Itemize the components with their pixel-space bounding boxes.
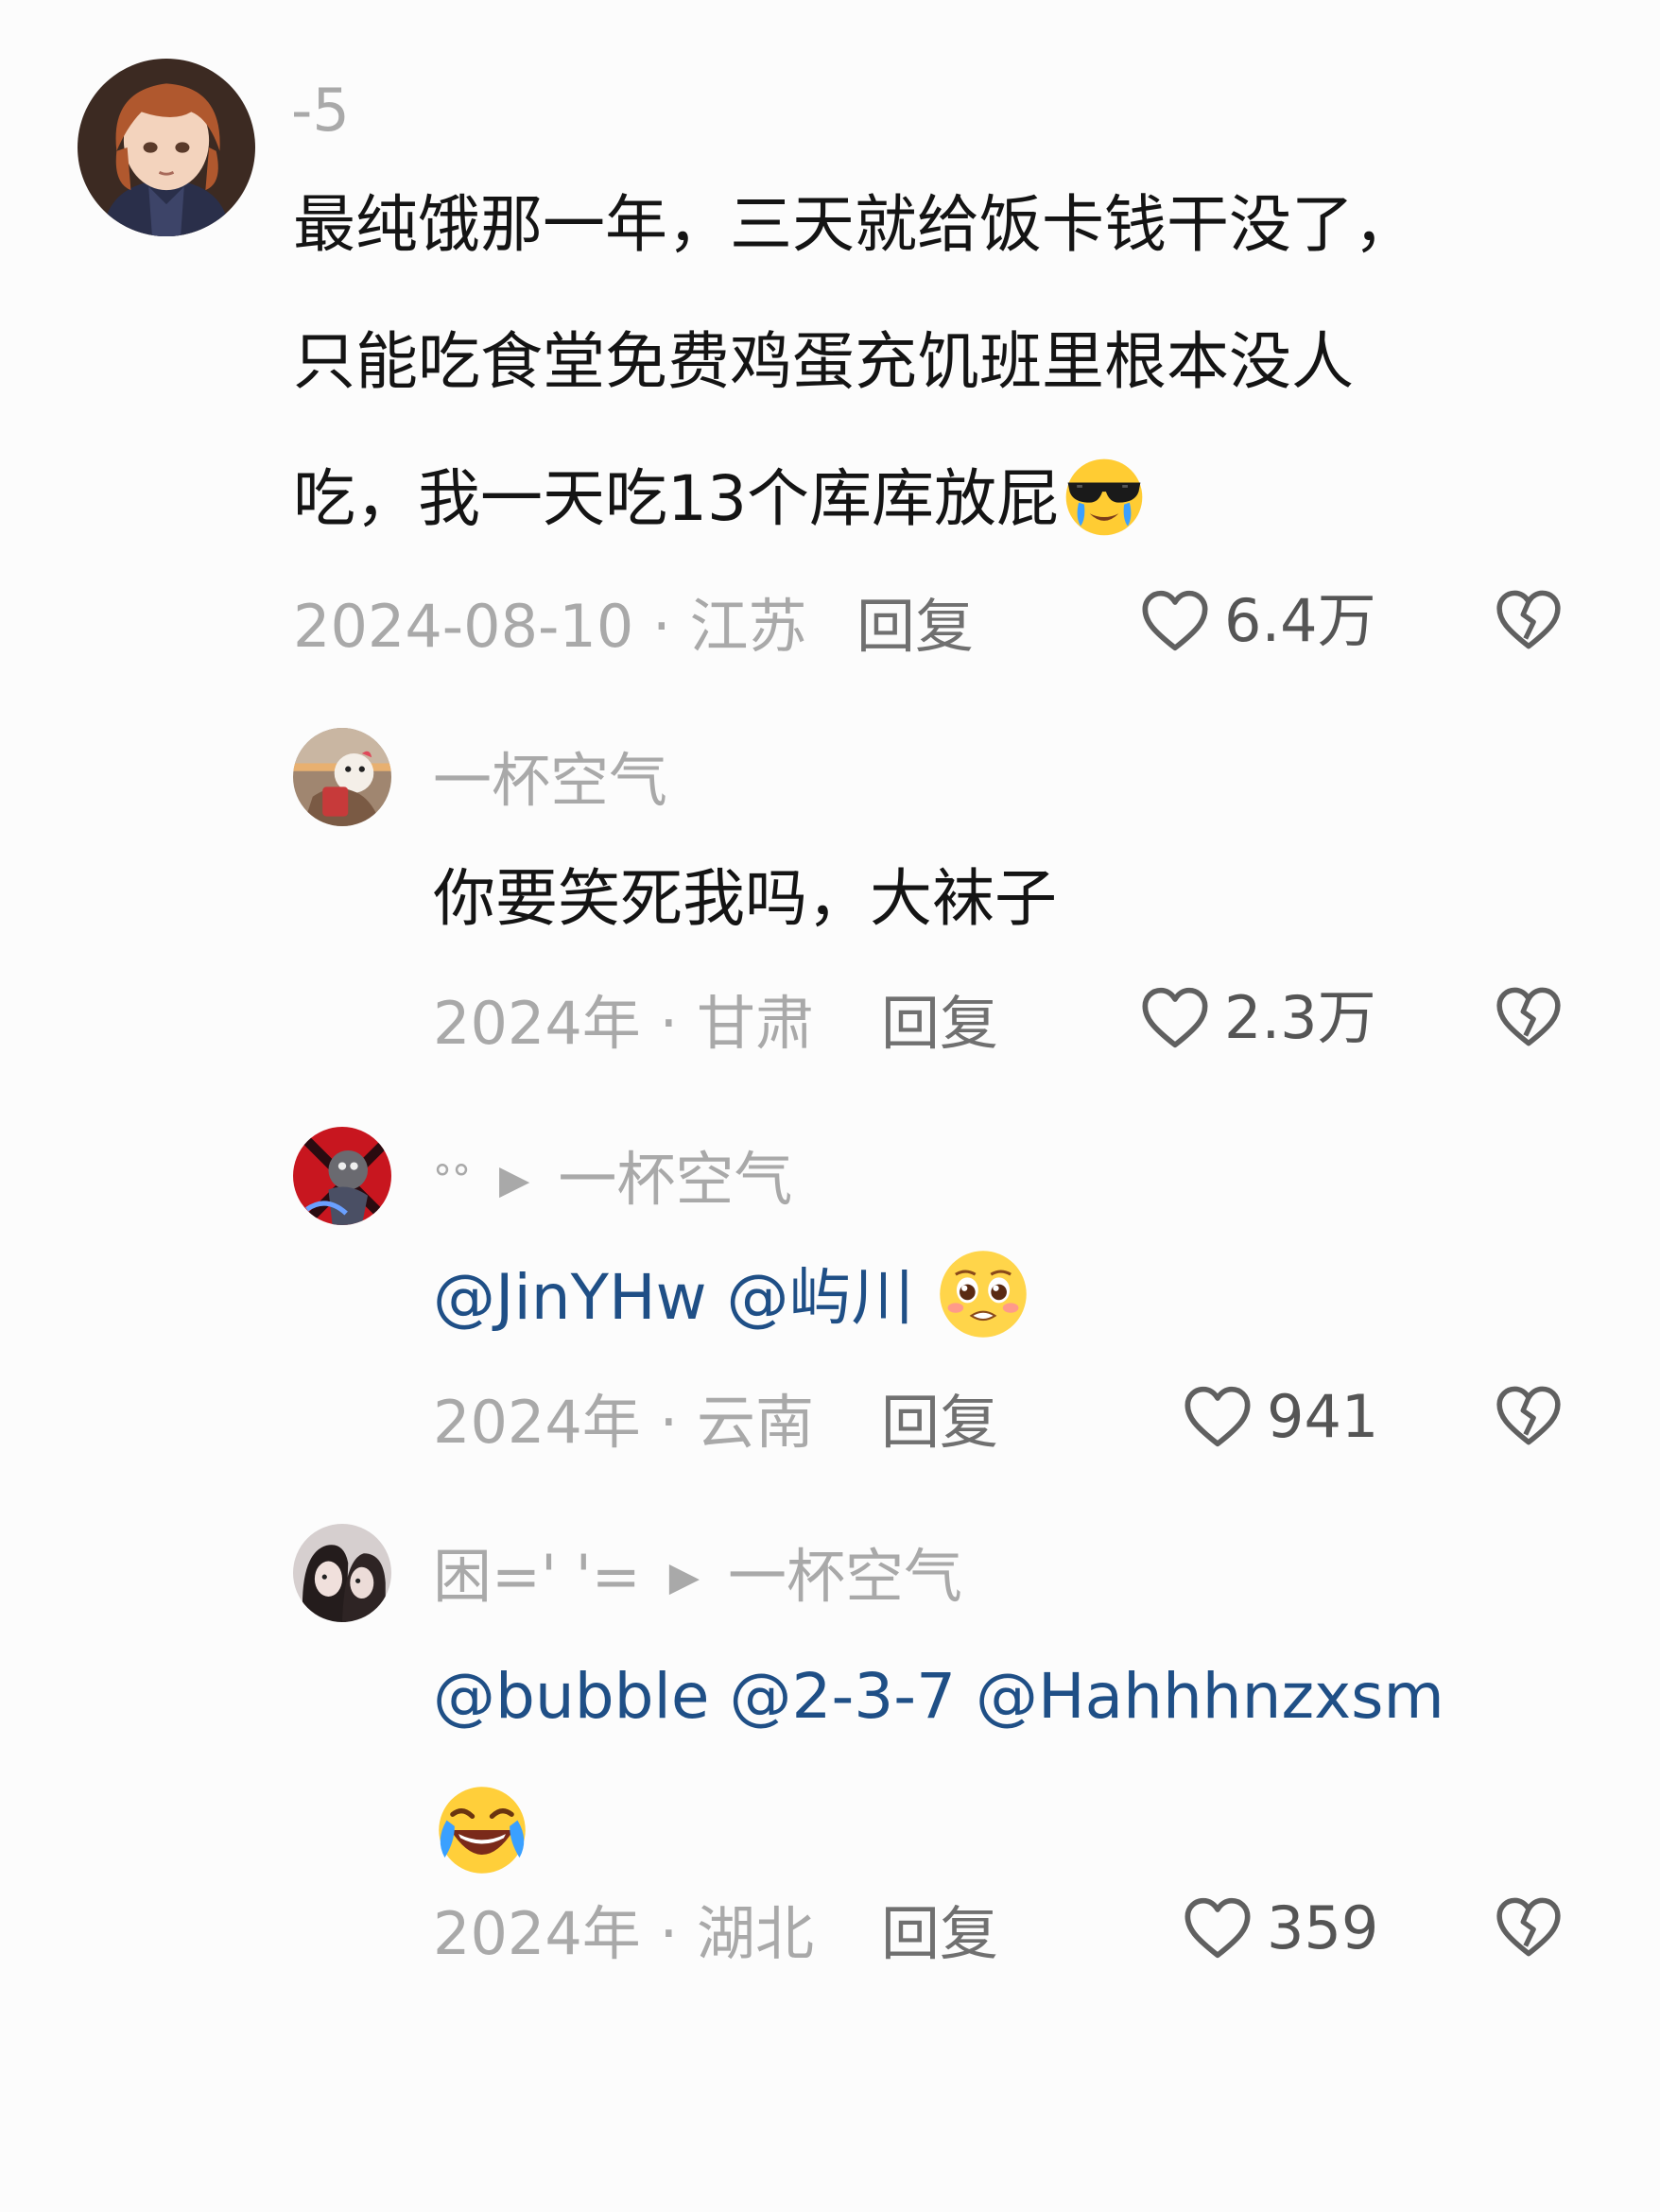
- heart-outline-icon: [1142, 987, 1208, 1048]
- broken-heart-icon[interactable]: [1492, 980, 1565, 1054]
- broken-heart-icon[interactable]: [1492, 1891, 1565, 1964]
- username[interactable]: °° ▶ 一杯空气: [433, 1150, 792, 1209]
- comment-meta: 2024年 · 湖北: [433, 1905, 814, 1963]
- comment-text: 最纯饿那一年，三天就给饭卡钱干没了， 只能吃食堂免费鸡蛋充饥班里根本没人 吃，我…: [293, 156, 1416, 567]
- reply-target: 一杯空气: [558, 1145, 793, 1214]
- mention[interactable]: @Hahhhnzxsm: [976, 1660, 1444, 1733]
- like-button[interactable]: 941: [1180, 1379, 1378, 1455]
- reply-button[interactable]: 回复: [881, 1905, 998, 1963]
- avatar[interactable]: [78, 59, 255, 236]
- meta-separator: ·: [659, 1899, 679, 1968]
- reply-target: 一杯空气: [728, 1542, 963, 1611]
- mention[interactable]: @JinYHw: [433, 1261, 707, 1334]
- comment-location: 甘肃: [696, 989, 814, 1058]
- sunglasses-crying-emoji: [1059, 450, 1150, 541]
- comment-location: 湖北: [696, 1899, 814, 1968]
- rolling-laughing-emoji: [433, 1781, 531, 1879]
- emoji-line: [433, 1765, 1444, 1902]
- triangle-right-icon: ▶: [668, 1553, 700, 1599]
- meta-separator: ·: [659, 989, 679, 1058]
- comment-text-line: 只能吃食堂免费鸡蛋充饥班里根本没人: [293, 325, 1354, 398]
- comment-date: 2024年: [433, 989, 641, 1058]
- comment-location: 云南: [696, 1388, 814, 1457]
- broken-heart-icon[interactable]: [1492, 1379, 1565, 1453]
- reply-button[interactable]: 回复: [856, 597, 974, 656]
- username[interactable]: 困=' '= ▶ 一杯空气: [433, 1547, 962, 1606]
- meta-separator: ·: [659, 1388, 679, 1457]
- reply-author: °°: [433, 1158, 471, 1201]
- mention[interactable]: @2-3-7: [729, 1660, 956, 1733]
- mention[interactable]: @bubble: [433, 1660, 709, 1733]
- meta-separator: ·: [652, 592, 671, 661]
- heart-outline-icon: [1184, 1386, 1251, 1447]
- broken-heart-icon[interactable]: [1492, 583, 1565, 657]
- avatar[interactable]: [293, 728, 391, 826]
- comment-date: 2024年: [433, 1899, 641, 1968]
- comment-meta: 2024年 · 甘肃: [433, 994, 814, 1053]
- like-count: 359: [1267, 1893, 1379, 1962]
- like-button[interactable]: 359: [1180, 1891, 1378, 1966]
- heart-outline-icon: [1184, 1897, 1251, 1959]
- like-count: 6.4万: [1224, 586, 1376, 655]
- like-count: 2.3万: [1224, 983, 1376, 1052]
- like-button[interactable]: 6.4万: [1137, 583, 1376, 659]
- username[interactable]: 一杯空气: [433, 752, 667, 810]
- comment-text: @JinYHw @屿川: [433, 1229, 1032, 1366]
- pleading-emoji: [934, 1245, 1032, 1343]
- username[interactable]: -5: [291, 81, 350, 140]
- mention[interactable]: @屿川: [727, 1261, 914, 1334]
- comment-meta: 2024年 · 云南: [433, 1393, 814, 1452]
- comment-thread: -5 最纯饿那一年，三天就给饭卡钱干没了， 只能吃食堂免费鸡蛋充饥班里根本没人 …: [0, 0, 1660, 2212]
- comment-text: @bubble @2-3-7 @Hahhhnzxsm: [433, 1628, 1444, 1902]
- comment-text-line: 吃，我一天吃13个库库放屁: [293, 430, 1416, 567]
- avatar[interactable]: [293, 1127, 391, 1225]
- reply-button[interactable]: 回复: [881, 1393, 998, 1452]
- heart-outline-icon: [1142, 590, 1208, 651]
- like-count: 941: [1267, 1382, 1379, 1451]
- comment-text-line: 最纯饿那一年，三天就给饭卡钱干没了，: [293, 188, 1416, 261]
- triangle-right-icon: ▶: [499, 1156, 530, 1202]
- like-button[interactable]: 2.3万: [1137, 980, 1376, 1056]
- comment-location: 江苏: [689, 592, 807, 661]
- reply-author: 困=' '=: [433, 1542, 641, 1611]
- comment-date: 2024年: [433, 1388, 641, 1457]
- comment-text-line-content: 吃，我一天吃13个库库放屁: [293, 462, 1059, 535]
- comment-text: 你要笑死我吗，大袜子: [433, 862, 1057, 935]
- comment-meta: 2024-08-10 · 江苏: [293, 597, 807, 656]
- comment-date: 2024-08-10: [293, 592, 634, 661]
- mention-line: @bubble @2-3-7 @Hahhhnzxsm: [433, 1628, 1444, 1765]
- reply-button[interactable]: 回复: [881, 994, 998, 1053]
- avatar[interactable]: [293, 1524, 391, 1622]
